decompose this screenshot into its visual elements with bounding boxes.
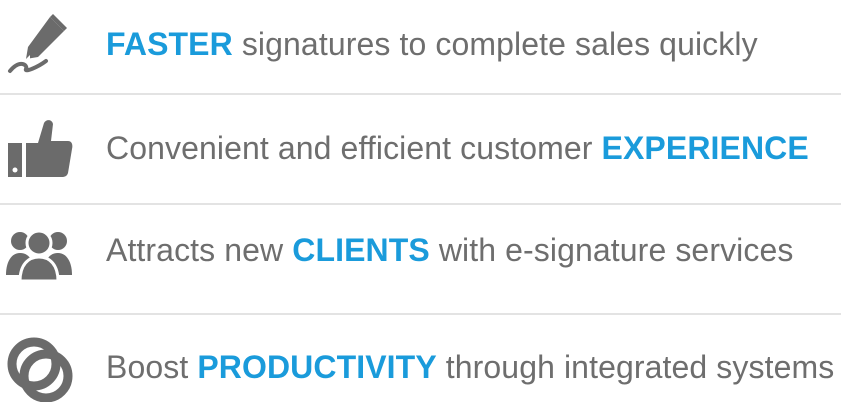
benefit-text: Boost PRODUCTIVITY through integrated sy…: [106, 347, 834, 387]
pen-signature-icon: [8, 14, 67, 73]
benefit-text-before: Convenient and efficient customer: [106, 130, 602, 166]
benefit-highlight: EXPERIENCE: [601, 130, 809, 166]
benefit-highlight: CLIENTS: [292, 232, 430, 268]
benefit-text-before: Boost: [106, 349, 198, 385]
benefit-text-before: Attracts new: [106, 232, 293, 268]
benefit-text-after: through integrated systems: [436, 349, 835, 385]
benefit-text: Attracts new CLIENTS with e-signature se…: [106, 230, 794, 270]
benefit-text: FASTER signatures to complete sales quic…: [106, 24, 758, 64]
benefit-item-clients: Attracts new CLIENTS with e-signature se…: [0, 210, 841, 290]
people-group-icon: [6, 229, 72, 283]
divider: [0, 203, 841, 205]
benefit-item-productivity: Boost PRODUCTIVITY through integrated sy…: [0, 315, 841, 402]
benefits-list: FASTER signatures to complete sales quic…: [0, 0, 841, 402]
benefit-highlight: PRODUCTIVITY: [197, 349, 437, 385]
linked-circles-icon: [7, 337, 73, 402]
benefit-item-experience: Convenient and efficient customer EXPERI…: [0, 108, 841, 188]
thumbs-up-icon: [8, 120, 73, 177]
benefit-text: Convenient and efficient customer EXPERI…: [106, 128, 809, 168]
benefit-highlight: FASTER: [106, 26, 233, 62]
benefit-item-faster: FASTER signatures to complete sales quic…: [0, 0, 841, 86]
divider: [0, 93, 841, 95]
benefit-text-after: with e-signature services: [429, 232, 794, 268]
benefit-text-after: signatures to complete sales quickly: [232, 26, 758, 62]
